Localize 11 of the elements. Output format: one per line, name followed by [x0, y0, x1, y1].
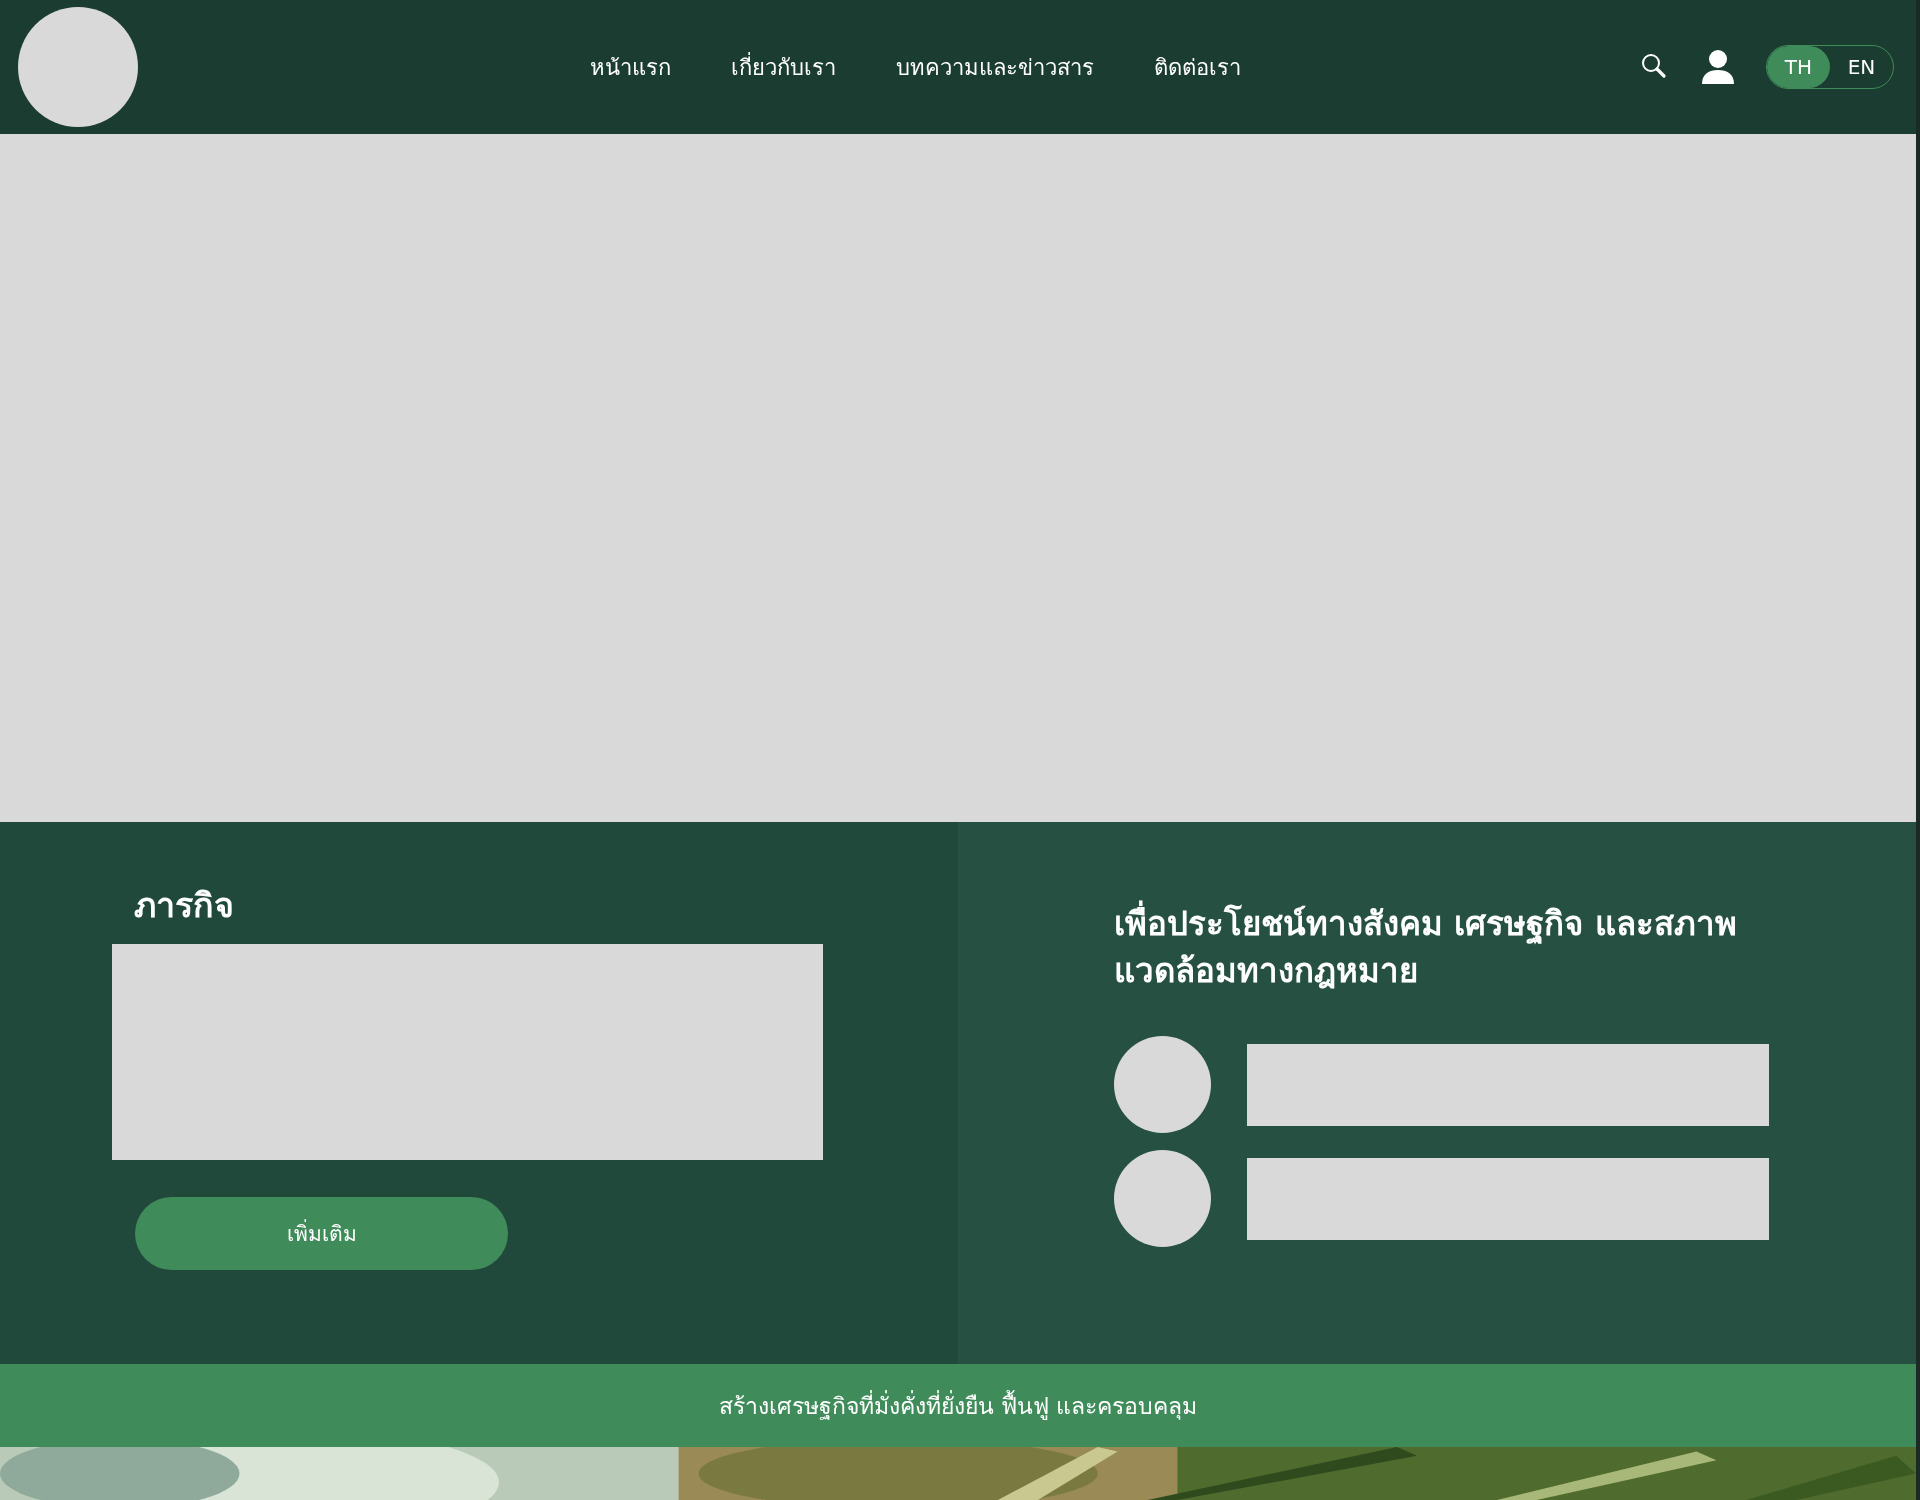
nav-link[interactable]: เกี่ยวกับเรา	[731, 49, 836, 85]
banner-text: สร้างเศรษฐกิจที่มั่งคั่งที่ยั่งยืน ฟื้นฟู และครอบคลุม	[718, 1389, 1198, 1422]
more-button[interactable]: เพิ่มเติม	[135, 1197, 508, 1270]
user-icon[interactable]	[1700, 48, 1736, 86]
language-option[interactable]: EN	[1830, 46, 1893, 88]
language-option[interactable]: TH	[1767, 46, 1830, 88]
nav-link[interactable]: ติดต่อเรา	[1154, 49, 1241, 85]
nav-link[interactable]: หน้าแรก	[590, 49, 671, 85]
section-title: เพื่อประโยชน์ทางสังคม เศรษฐกิจ และสภาพแวดล้อมทางกฎหมาย	[1114, 900, 1754, 994]
nav-link[interactable]: บทความและข่าวสาร	[896, 49, 1094, 85]
section-title: ภารกิจ	[134, 884, 235, 927]
